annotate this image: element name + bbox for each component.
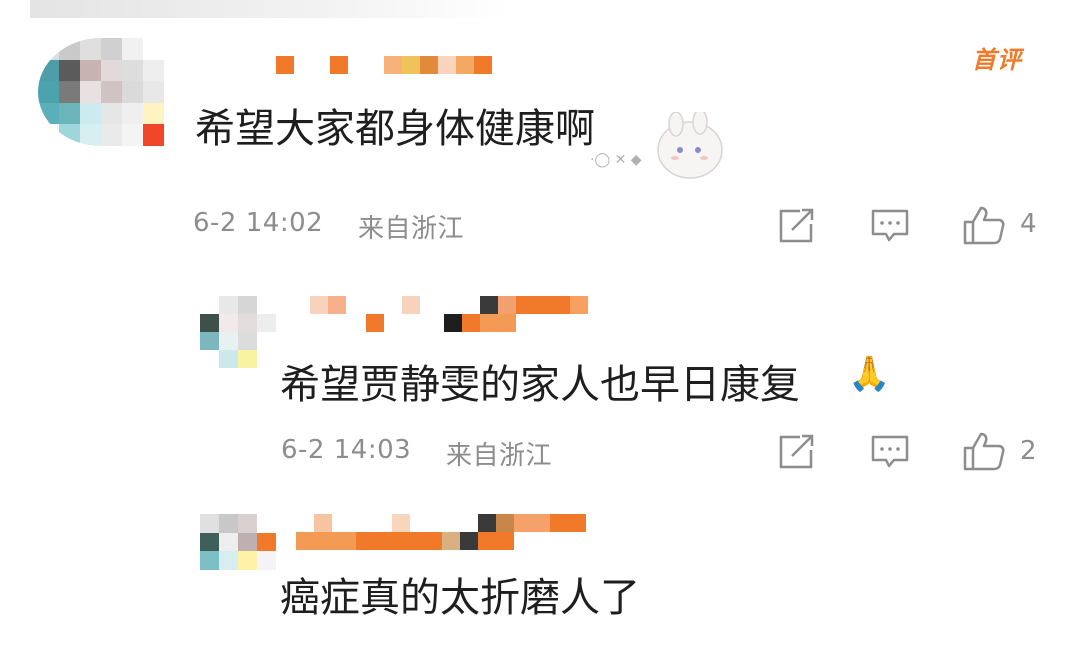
comment-location: 来自浙江 [446,441,553,471]
username-mosaic[interactable] [296,514,596,550]
svg-text:·◯ ✕ ◆: ·◯ ✕ ◆ [590,152,642,168]
comment-date: 6-2 14:02 [193,208,324,238]
avatar[interactable] [200,514,276,570]
comment-text: 癌症真的太折磨人了 [280,575,640,621]
comment-date: 6-2 14:03 [281,435,412,465]
bunny-sticker: ·◯ ✕ ◆ [590,112,723,179]
comment-location: 来自浙江 [358,214,465,244]
previous-item-edge [30,0,510,18]
share-icon[interactable] [778,208,816,244]
thumbs-up-icon[interactable] [962,430,1006,472]
first-comment-badge: 首评 [972,46,1022,74]
comment-icon[interactable] [870,434,910,470]
avatar[interactable] [38,38,164,146]
comment-text: 希望大家都身体健康啊 [195,106,595,152]
username-mosaic[interactable] [276,56,492,74]
thumbs-up-icon[interactable] [962,204,1006,246]
like-count: 2 [1020,436,1037,466]
avatar[interactable] [200,296,276,368]
username-mosaic[interactable] [310,296,590,332]
comment-text: 希望贾静雯的家人也早日康复 [280,362,800,408]
comment-icon[interactable] [870,208,910,244]
praying-hands-emoji: 🙏 [848,354,891,394]
like-count: 4 [1020,209,1037,239]
share-icon[interactable] [778,434,816,470]
